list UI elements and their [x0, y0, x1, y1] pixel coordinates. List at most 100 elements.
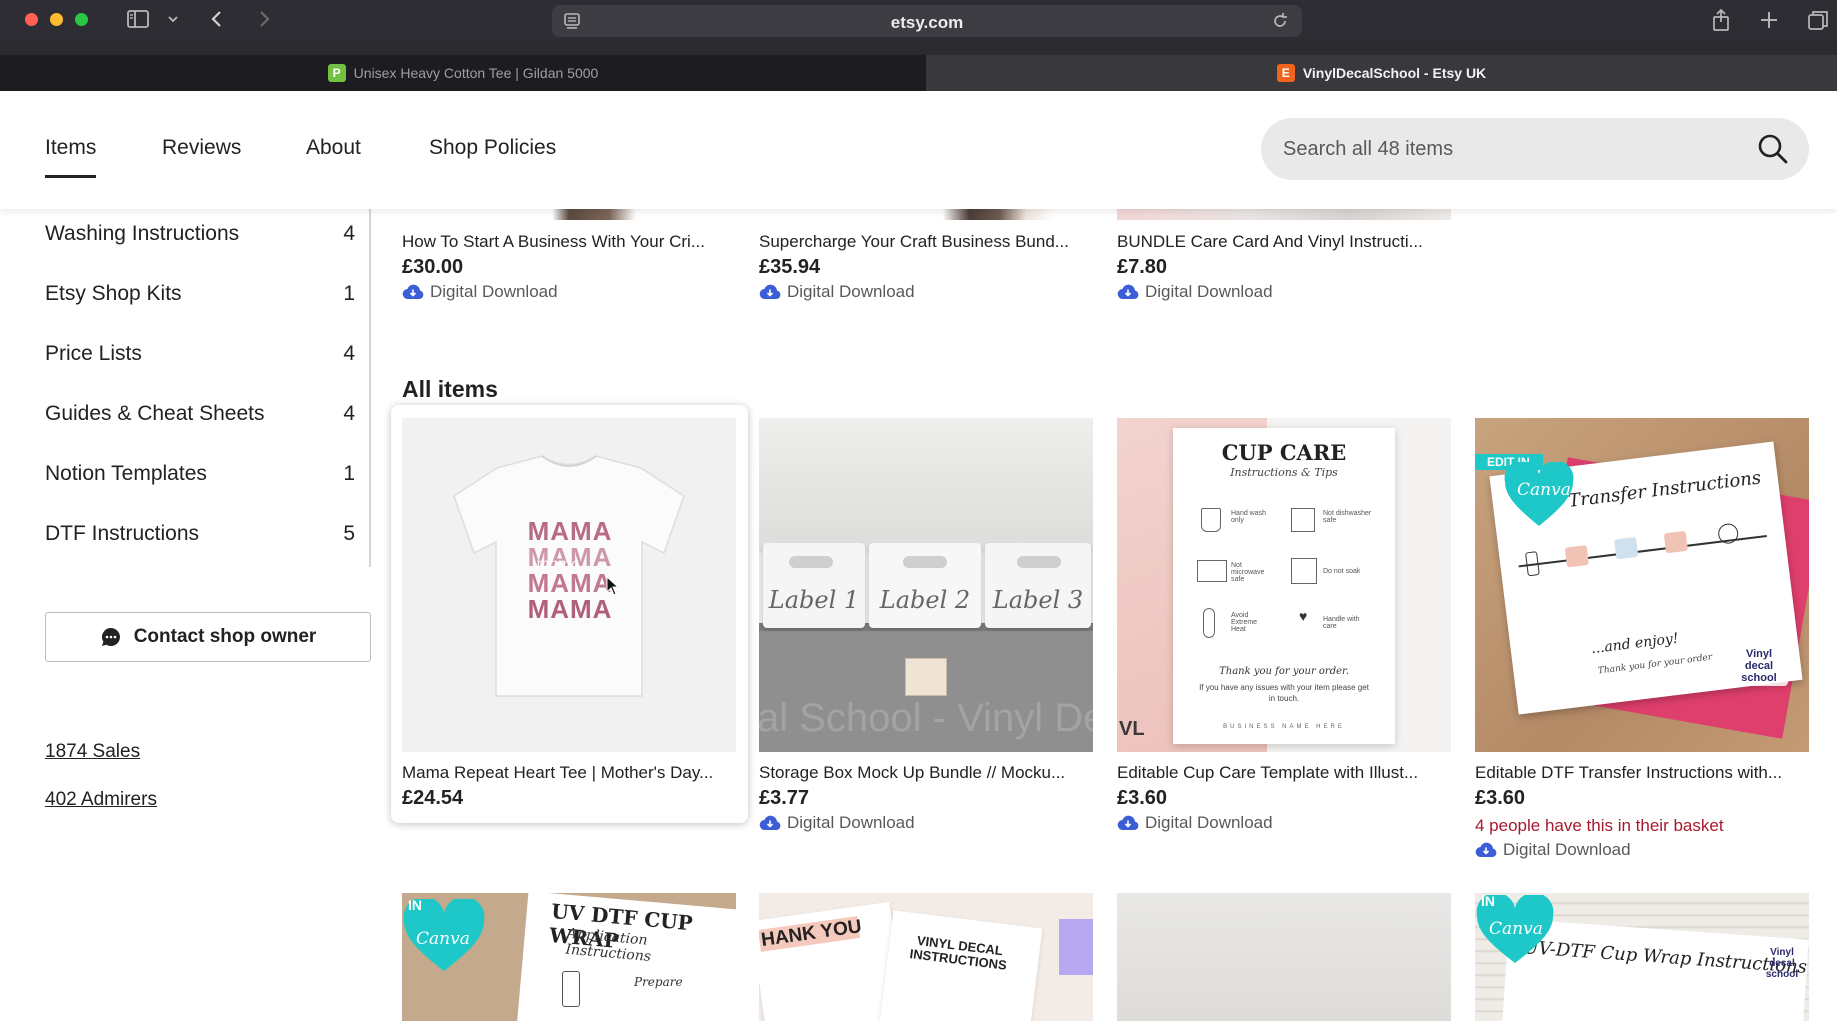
cloud-download-icon [759, 284, 781, 300]
search-icon[interactable] [1755, 131, 1791, 167]
tab-title: Unisex Heavy Cotton Tee | Gildan 5000 [353, 65, 599, 81]
tab-about[interactable]: About [306, 136, 361, 160]
vinyl-decal-school-logo: Vinyl decal school [1730, 646, 1788, 686]
listing-card[interactable]: DTF Transfer Instructions ...and enjoy! … [1475, 418, 1809, 859]
sidebar-item-washing-instructions[interactable]: Washing Instructions 4 [45, 222, 355, 262]
listing-title[interactable]: Supercharge Your Craft Business Bund... [759, 232, 1093, 252]
sidebar-item-count: 1 [343, 282, 355, 305]
canva-label: Canva [1517, 480, 1571, 500]
badge-label: Digital Download [430, 282, 558, 301]
badge-label: Digital Download [1145, 282, 1273, 301]
listing-title[interactable]: BUNDLE Care Card And Vinyl Instructi... [1117, 232, 1451, 252]
care-handle-with-care: Handle with care [1323, 616, 1360, 630]
listing-image[interactable]: MAMA MAMA MAMA MAMA mama [402, 418, 736, 752]
tab-title: VinylDecalSchool - Etsy UK [1302, 65, 1487, 81]
sidebar-item-label: DTF Instructions [45, 522, 200, 545]
listing-card[interactable]: Label 1 Label 2 Label 3 al School - Viny… [759, 418, 1093, 838]
listing-image[interactable]: VL CUP CARE Instructions & Tips Hand was… [1117, 418, 1451, 752]
listing-title[interactable]: Storage Box Mock Up Bundle // Mocku... [759, 763, 1093, 783]
tab-overview-icon[interactable] [1806, 8, 1830, 32]
cloud-download-icon [1117, 284, 1139, 300]
listing-image[interactable]: DTF Transfer Instructions ...and enjoy! … [1475, 418, 1809, 752]
reload-icon[interactable] [1270, 11, 1290, 36]
contact-shop-owner-button[interactable]: Contact shop owner [45, 612, 371, 662]
shirt-print-script: mama [536, 556, 580, 572]
tab-bar: P Unisex Heavy Cotton Tee | Gildan 5000 … [0, 55, 1837, 91]
listing-title[interactable]: Mama Repeat Heart Tee | Mother's Day... [402, 763, 736, 783]
basket-notice: 4 people have this in their basket [1475, 816, 1724, 835]
business-name: BUSINESS NAME HERE [1223, 724, 1345, 730]
sidebar-item-count: 1 [343, 462, 355, 485]
sidebar-item-count: 4 [343, 222, 355, 245]
sidebar-item-count: 4 [343, 342, 355, 365]
sales-link[interactable]: 1874 Sales [45, 741, 140, 763]
canva-label: Canva [416, 929, 470, 949]
badge-label: Digital Download [1503, 840, 1631, 859]
digital-download-badge: Digital Download [1117, 282, 1273, 302]
listing-image[interactable]: Label 1 Label 2 Label 3 al School - Viny… [759, 418, 1093, 752]
sidebar-item-label: Etsy Shop Kits [45, 282, 182, 305]
section-heading: All items [402, 376, 498, 402]
contact-label: Contact shop owner [133, 626, 317, 647]
back-icon[interactable] [208, 8, 228, 32]
tab-items[interactable]: Items [45, 136, 97, 178]
cloud-download-icon [402, 284, 424, 300]
box-label-1: Label 1 [768, 586, 860, 614]
sidebar-item-label: Guides & Cheat Sheets [45, 402, 265, 425]
tab-reviews[interactable]: Reviews [162, 136, 241, 160]
listing-card[interactable]: MAMA MAMA MAMA MAMA mama Mama Repeat Hea… [402, 418, 736, 818]
digital-download-badge: Digital Download [402, 282, 558, 302]
sidebar-item-etsy-shop-kits[interactable]: Etsy Shop Kits 1 [45, 282, 355, 322]
zoom-window-button[interactable] [75, 13, 88, 26]
care-avoid-heat: Avoid Extreme Heat [1231, 612, 1258, 633]
sidebar-item-guides-cheat-sheets[interactable]: Guides & Cheat Sheets 4 [45, 402, 355, 442]
badge-label: Digital Download [787, 813, 915, 832]
listing-image[interactable]: UV-DTF Cup Wrap Instructions Vinyl decal… [1475, 893, 1809, 1021]
printify-favicon-icon: P [327, 64, 346, 82]
forward-icon[interactable] [255, 8, 275, 32]
brand-mark: VL [1119, 718, 1145, 740]
care-hand-wash: Hand wash only [1231, 510, 1267, 524]
admirers-link[interactable]: 402 Admirers [45, 789, 157, 811]
listing-price: £24.54 [402, 787, 464, 809]
digital-download-badge: Digital Download [759, 282, 915, 302]
listing-title[interactable]: Editable DTF Transfer Instructions with.… [1475, 763, 1809, 783]
close-window-button[interactable] [25, 13, 38, 26]
sidebar-item-price-lists[interactable]: Price Lists 4 [45, 342, 355, 382]
sidebar-item-label: Notion Templates [45, 462, 207, 485]
shop-search [1261, 118, 1809, 180]
shop-sidebar: Washing Instructions 4 Etsy Shop Kits 1 … [0, 209, 372, 1021]
thank-you-text: Thank you for your order [1597, 652, 1713, 677]
listing-title[interactable]: How To Start A Business With Your Cri... [402, 232, 736, 252]
listing-card[interactable]: VL CUP CARE Instructions & Tips Hand was… [1117, 418, 1451, 838]
watermark-text: al School - Vinyl Dec [759, 696, 1093, 740]
tab-gildan[interactable]: P Unisex Heavy Cotton Tee | Gildan 5000 [0, 55, 926, 91]
new-tab-icon[interactable] [1758, 8, 1780, 32]
sidebar-scrollbar[interactable] [369, 209, 371, 567]
listing-image[interactable] [1117, 893, 1451, 1021]
shop-nav: Items Reviews About Shop Policies [0, 91, 1837, 209]
listing-image[interactable]: HANK YOU VINYL DECAL INSTRUCTIONS [759, 893, 1093, 1021]
edit-in-label: IN [1481, 893, 1495, 909]
tab-shop-policies[interactable]: Shop Policies [429, 136, 556, 160]
listing-price: £3.60 [1475, 787, 1526, 809]
share-icon[interactable] [1710, 8, 1734, 32]
cabinet-tag [905, 658, 947, 696]
chevron-down-icon[interactable] [166, 8, 182, 32]
listing-image[interactable]: UV DTF CUP WRAP Application Instructions… [402, 893, 736, 1021]
listing-price: £3.77 [759, 787, 810, 809]
listing-title[interactable]: Editable Cup Care Template with Illust..… [1117, 763, 1451, 783]
care-no-dishwasher: Not dishwasher safe [1323, 510, 1372, 524]
address-bar[interactable]: etsy.com [552, 5, 1302, 37]
sidebar-toggle-icon[interactable] [126, 8, 152, 32]
sidebar-item-dtf-instructions[interactable]: DTF Instructions 5 [45, 522, 355, 562]
care-do-not-soak: Do not soak [1323, 568, 1361, 575]
browser-chrome: etsy.com P Unisex Heavy Cotton Tee | Gil… [0, 0, 1837, 91]
sidebar-item-notion-templates[interactable]: Notion Templates 1 [45, 462, 355, 502]
search-input[interactable] [1283, 118, 1723, 180]
listing-price: £35.94 [759, 256, 821, 278]
featured-image-strip [402, 209, 1452, 220]
sidebar-item-count: 5 [343, 522, 355, 545]
tab-etsy-shop[interactable]: E VinylDecalSchool - Etsy UK [926, 55, 1837, 91]
minimize-window-button[interactable] [50, 13, 63, 26]
